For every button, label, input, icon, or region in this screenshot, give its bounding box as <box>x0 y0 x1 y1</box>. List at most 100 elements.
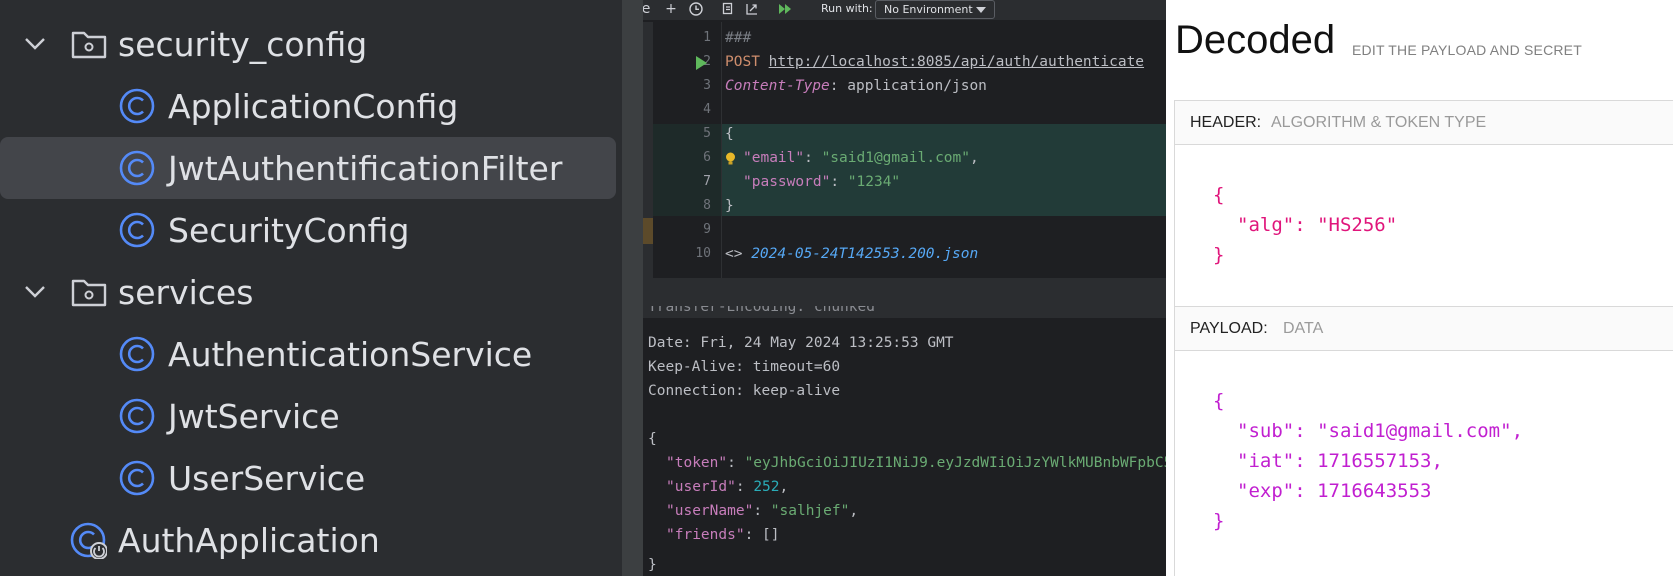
json-brace: } <box>725 198 734 214</box>
tree-label: security_config <box>118 24 368 64</box>
code-line-7: "password": "1234" <box>743 170 900 194</box>
chevron-down-icon <box>976 7 986 13</box>
header-panel: HEADER: ALGORITHM & TOKEN TYPE { "alg": … <box>1174 100 1673 307</box>
sub-value: "said1@gmail.com" <box>1317 420 1512 442</box>
response-token-line: "token": "eyJhbGciOiJIUzI1NiJ9.eyJzdWIiO… <box>666 451 1166 475</box>
code-line-2: POST http://localhost:8085/api/auth/auth… <box>725 50 1144 74</box>
tree-label: UserService <box>168 458 366 498</box>
run-request-icon[interactable] <box>696 56 707 70</box>
tree-label: ApplicationConfig <box>168 86 459 126</box>
payload-iat-line: "iat": 1716557153, <box>1237 450 1443 472</box>
json-comma: , <box>969 150 979 166</box>
json-key: "alg" <box>1237 214 1295 236</box>
separator-comment: ### <box>725 30 752 46</box>
lightbulb-icon[interactable] <box>725 152 736 166</box>
json-key: "email" <box>743 150 805 166</box>
json-value: "1234" <box>847 174 901 190</box>
line-number: 6 <box>703 150 711 165</box>
username-value: "salhjef" <box>770 503 850 519</box>
tree-scrollbar-track[interactable] <box>622 0 643 576</box>
decoded-subtitle: EDIT THE PAYLOAD AND SECRET <box>1352 42 1582 58</box>
tree-item-jwtservice[interactable]: JwtService <box>0 385 616 447</box>
alg-value: "HS256" <box>1317 214 1398 236</box>
code-line-5: { <box>725 122 734 146</box>
payload-desc: DATA <box>1283 320 1324 337</box>
convert-icon[interactable] <box>744 1 760 17</box>
json-key: "friends" <box>666 527 745 543</box>
tree-label: AuthApplication <box>118 520 380 560</box>
jwt-decoded-panel: Decoded EDIT THE PAYLOAD AND SECRET HEAD… <box>1166 0 1673 576</box>
tree-item-authapplication[interactable]: AuthApplication <box>0 509 616 571</box>
tree-label: JwtAuthentificationFilter <box>168 148 563 188</box>
exp-value: 1716643553 <box>1317 480 1432 502</box>
json-key: "userId" <box>666 479 736 495</box>
payload-json-open: { <box>1213 390 1225 412</box>
payload-panel-head: PAYLOAD: DATA <box>1175 307 1673 351</box>
environment-value: No Environment <box>884 3 973 16</box>
code-line-10: <> 2024-05-24T142553.200.json <box>725 242 978 266</box>
decoded-title: Decoded <box>1175 18 1336 62</box>
header-json-open: { <box>1213 184 1225 206</box>
chevron-down-icon[interactable] <box>22 279 48 305</box>
response-header-connection: Connection: keep-alive <box>648 383 841 399</box>
token-value: "eyJhbGciOiJIUzI1NiJ9.eyJzdWIiOiJzYWlkMU… <box>744 455 1166 471</box>
http-method: POST <box>725 54 760 70</box>
run-with-label: Run with: <box>821 2 873 15</box>
json-sep: : <box>830 174 848 190</box>
line-number: 1 <box>703 30 711 45</box>
payload-exp-line: "exp": 1716643553 <box>1237 480 1432 502</box>
class-icon <box>119 88 155 124</box>
header-json-editor[interactable]: { "alg": "HS256" } <box>1175 146 1673 306</box>
copy-icon[interactable] <box>720 1 736 17</box>
header-json-close: } <box>1213 244 1225 266</box>
json-key: "exp" <box>1237 480 1295 502</box>
http-client-panel: e + Run with: No Environment 1 2 3 4 5 6… <box>643 0 1166 576</box>
json-key: "iat" <box>1237 450 1295 472</box>
gutter-separator <box>721 22 722 278</box>
add-request-icon[interactable]: + <box>663 1 679 17</box>
code-line-6: "email": "said1@gmail.com", <box>743 146 979 170</box>
header-separator: : <box>829 78 848 94</box>
iat-value: 1716557153 <box>1317 450 1432 472</box>
response-file-link[interactable]: 2024-05-24T142553.200.json <box>751 246 978 262</box>
header-label: HEADER: <box>1190 114 1262 131</box>
chevron-down-icon[interactable] <box>22 31 48 57</box>
environment-select[interactable]: No Environment <box>875 0 995 19</box>
userid-value: 252 <box>753 479 780 495</box>
tree-item-applicationconfig[interactable]: ApplicationConfig <box>0 75 616 137</box>
line-number: 3 <box>703 78 711 93</box>
tree-label: SecurityConfig <box>168 210 410 250</box>
class-icon <box>119 398 155 434</box>
tree-folder-services[interactable]: services <box>0 261 616 323</box>
header-panel-head: HEADER: ALGORITHM & TOKEN TYPE <box>1175 101 1673 145</box>
json-sep: : <box>804 150 822 166</box>
tree-item-securityconfig[interactable]: SecurityConfig <box>0 199 616 261</box>
header-value: application/json <box>847 78 987 94</box>
tree-label: AuthenticationService <box>168 334 533 374</box>
http-toolbar: e + Run with: No Environment <box>643 0 1166 20</box>
line-number: 10 <box>695 246 711 261</box>
code-line-1: ### <box>725 26 751 50</box>
tree-folder-security-config[interactable]: security_config <box>0 13 616 75</box>
run-all-icon[interactable] <box>777 1 793 17</box>
payload-json-editor[interactable]: { "sub": "said1@gmail.com", "iat": 17165… <box>1175 352 1673 576</box>
tree-item-userservice[interactable]: UserService <box>0 447 616 509</box>
line-number: 5 <box>703 126 711 141</box>
app-class-icon <box>70 522 107 559</box>
class-icon <box>119 460 155 496</box>
tree-item-jwtauthentificationfilter[interactable]: JwtAuthentificationFilter <box>0 137 616 199</box>
json-key: "password" <box>743 174 831 190</box>
tree-label: JwtService <box>168 396 340 436</box>
line-number: 9 <box>703 222 711 237</box>
history-icon[interactable] <box>688 1 704 17</box>
line-number-current: 7 <box>703 174 711 189</box>
json-brace: { <box>725 126 734 142</box>
response-json-open: { <box>648 431 657 447</box>
project-tree-panel: security_config ApplicationConfig JwtAut… <box>0 0 623 576</box>
response-userid-line: "userId": 252, <box>666 479 789 495</box>
tree-item-authenticationservice[interactable]: AuthenticationService <box>0 323 616 385</box>
friends-value: [] <box>762 527 780 543</box>
response-header-keepalive: Keep-Alive: timeout=60 <box>648 359 841 375</box>
request-url[interactable]: http://localhost:8085/api/auth/authentic… <box>769 54 1144 70</box>
json-value: "said1@gmail.com" <box>821 150 970 166</box>
